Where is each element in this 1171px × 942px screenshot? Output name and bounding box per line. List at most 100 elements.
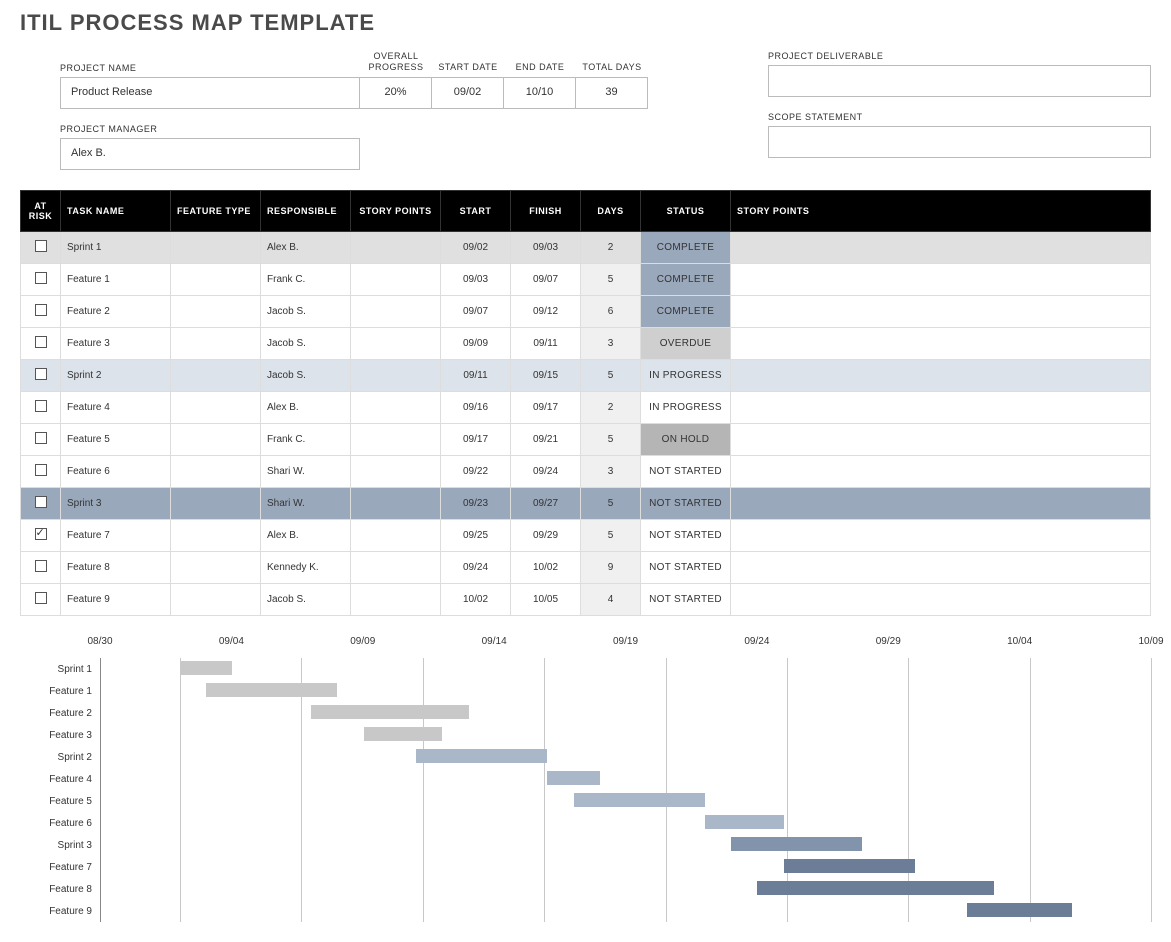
end-date-value: 10/10 <box>504 77 576 109</box>
col-feature-type: FEATURE TYPE <box>171 191 261 232</box>
gantt-row-label: Sprint 2 <box>20 752 100 763</box>
gantt-row: Feature 5 <box>20 790 1151 812</box>
days-cell: 5 <box>581 424 641 456</box>
story-points-cell <box>351 552 441 584</box>
at-risk-checkbox[interactable] <box>35 240 47 252</box>
feature-type-cell <box>171 296 261 328</box>
page-title: ITIL PROCESS MAP TEMPLATE <box>20 10 1151 36</box>
status-cell: NOT STARTED <box>641 456 731 488</box>
overall-progress-label: OVERALL PROGRESS <box>360 51 432 73</box>
gantt-row-label: Feature 8 <box>20 884 100 895</box>
responsible-cell: Alex B. <box>261 392 351 424</box>
feature-type-cell <box>171 264 261 296</box>
gantt-bar <box>547 771 600 785</box>
project-manager-field[interactable]: Alex B. <box>60 138 360 170</box>
days-cell: 5 <box>581 264 641 296</box>
finish-cell: 09/07 <box>511 264 581 296</box>
table-row: Sprint 3Shari W.09/2309/275NOT STARTED <box>21 488 1151 520</box>
gantt-row-label: Feature 7 <box>20 862 100 873</box>
gantt-row: Feature 8 <box>20 878 1151 900</box>
gantt-tick-label: 10/04 <box>1007 636 1032 647</box>
at-risk-checkbox[interactable] <box>35 400 47 412</box>
finish-cell: 09/17 <box>511 392 581 424</box>
total-days-value: 39 <box>576 77 648 109</box>
gantt-tick-label: 09/04 <box>219 636 244 647</box>
story-points-2-cell <box>731 296 1151 328</box>
story-points-2-cell <box>731 456 1151 488</box>
status-cell: ON HOLD <box>641 424 731 456</box>
project-name-field[interactable]: Product Release <box>60 77 360 109</box>
at-risk-checkbox[interactable] <box>35 592 47 604</box>
story-points-cell <box>351 520 441 552</box>
feature-type-cell <box>171 520 261 552</box>
responsible-cell: Alex B. <box>261 232 351 264</box>
gantt-row-label: Feature 4 <box>20 774 100 785</box>
col-story-points-2: STORY POINTS <box>731 191 1151 232</box>
start-cell: 09/11 <box>441 360 511 392</box>
gantt-bar <box>731 837 862 851</box>
finish-cell: 10/02 <box>511 552 581 584</box>
at-risk-checkbox[interactable] <box>35 528 47 540</box>
at-risk-checkbox[interactable] <box>35 336 47 348</box>
gantt-tick-label: 10/09 <box>1138 636 1163 647</box>
responsible-cell: Kennedy K. <box>261 552 351 584</box>
story-points-cell <box>351 264 441 296</box>
gantt-bar <box>206 683 337 697</box>
start-cell: 09/16 <box>441 392 511 424</box>
col-status: STATUS <box>641 191 731 232</box>
feature-type-cell <box>171 328 261 360</box>
at-risk-checkbox[interactable] <box>35 432 47 444</box>
start-cell: 09/17 <box>441 424 511 456</box>
task-name-cell: Feature 4 <box>61 392 171 424</box>
start-cell: 09/23 <box>441 488 511 520</box>
table-row: Feature 3Jacob S.09/0909/113OVERDUE <box>21 328 1151 360</box>
gantt-tick-label: 09/24 <box>744 636 769 647</box>
at-risk-checkbox[interactable] <box>35 496 47 508</box>
gantt-row: Feature 4 <box>20 768 1151 790</box>
story-points-2-cell <box>731 584 1151 616</box>
table-row: Feature 6Shari W.09/2209/243NOT STARTED <box>21 456 1151 488</box>
scope-field[interactable] <box>768 126 1151 158</box>
feature-type-cell <box>171 488 261 520</box>
gantt-chart: 08/3009/0409/0909/1409/1909/2409/2910/04… <box>20 636 1151 922</box>
story-points-2-cell <box>731 392 1151 424</box>
story-points-2-cell <box>731 328 1151 360</box>
status-cell: COMPLETE <box>641 264 731 296</box>
finish-cell: 09/21 <box>511 424 581 456</box>
project-manager-label: PROJECT MANAGER <box>60 124 360 134</box>
at-risk-checkbox[interactable] <box>35 464 47 476</box>
table-row: Feature 5Frank C.09/1709/215ON HOLD <box>21 424 1151 456</box>
status-cell: COMPLETE <box>641 296 731 328</box>
gantt-bar <box>757 881 993 895</box>
table-row: Sprint 1Alex B.09/0209/032COMPLETE <box>21 232 1151 264</box>
at-risk-checkbox[interactable] <box>35 304 47 316</box>
status-cell: COMPLETE <box>641 232 731 264</box>
summary-header: PROJECT NAME Product Release OVERALL PRO… <box>20 51 1151 170</box>
responsible-cell: Jacob S. <box>261 296 351 328</box>
gantt-bar <box>705 815 784 829</box>
finish-cell: 09/29 <box>511 520 581 552</box>
task-name-cell: Feature 7 <box>61 520 171 552</box>
task-name-cell: Sprint 2 <box>61 360 171 392</box>
story-points-2-cell <box>731 264 1151 296</box>
task-name-cell: Sprint 1 <box>61 232 171 264</box>
days-cell: 5 <box>581 488 641 520</box>
story-points-2-cell <box>731 232 1151 264</box>
start-cell: 09/07 <box>441 296 511 328</box>
status-cell: NOT STARTED <box>641 488 731 520</box>
overall-progress-value: 20% <box>360 77 432 109</box>
gantt-tick-label: 09/09 <box>350 636 375 647</box>
at-risk-checkbox[interactable] <box>35 368 47 380</box>
at-risk-checkbox[interactable] <box>35 272 47 284</box>
days-cell: 6 <box>581 296 641 328</box>
gantt-row: Feature 7 <box>20 856 1151 878</box>
table-row: Feature 7Alex B.09/2509/295NOT STARTED <box>21 520 1151 552</box>
deliverable-field[interactable] <box>768 65 1151 97</box>
gantt-bar <box>574 793 705 807</box>
at-risk-checkbox[interactable] <box>35 560 47 572</box>
table-row: Feature 4Alex B.09/1609/172IN PROGRESS <box>21 392 1151 424</box>
responsible-cell: Frank C. <box>261 264 351 296</box>
start-cell: 09/02 <box>441 232 511 264</box>
gantt-row: Sprint 1 <box>20 658 1151 680</box>
responsible-cell: Shari W. <box>261 488 351 520</box>
